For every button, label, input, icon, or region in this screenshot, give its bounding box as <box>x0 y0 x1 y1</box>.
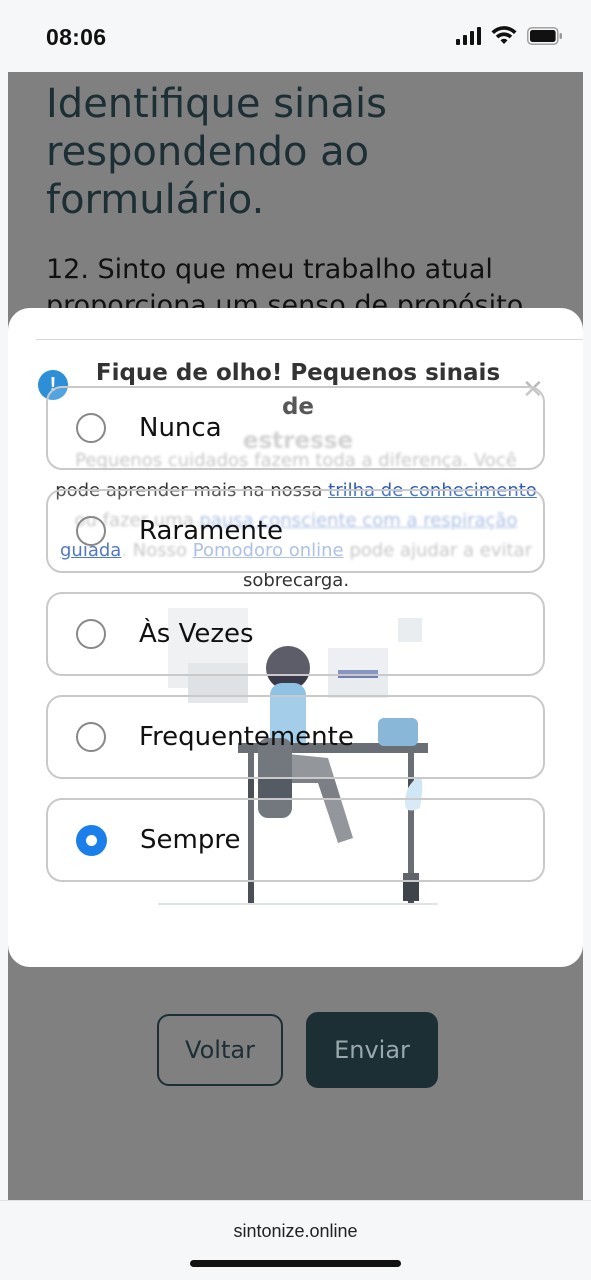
option-nunca[interactable]: Nunca <box>46 386 545 470</box>
modal-divider <box>36 339 583 340</box>
radio-button[interactable] <box>76 722 106 752</box>
option-label: Raramente <box>139 516 284 546</box>
battery-icon <box>527 27 562 45</box>
url-text[interactable]: sintonize.online <box>0 1221 591 1242</box>
send-button[interactable]: Enviar <box>306 1012 438 1088</box>
option-label: Frequentemente <box>139 722 354 752</box>
option-as-vezes[interactable]: Às Vezes <box>46 592 545 676</box>
page-title: Identifique sinais respondendo ao formul… <box>46 81 387 223</box>
radio-button[interactable] <box>76 516 106 546</box>
back-button[interactable]: Voltar <box>157 1014 283 1086</box>
status-time: 08:06 <box>46 24 107 50</box>
radio-button-selected[interactable] <box>76 824 107 856</box>
status-bar: 08:06 <box>0 0 591 72</box>
home-indicator <box>190 1260 401 1267</box>
option-sempre[interactable]: Sempre <box>46 798 545 882</box>
option-label: Sempre <box>140 825 241 855</box>
option-label: Às Vezes <box>139 619 254 649</box>
wifi-icon <box>491 26 517 44</box>
radio-button[interactable] <box>76 619 106 649</box>
option-frequentemente[interactable]: Frequentemente <box>46 695 545 779</box>
cellular-signal-icon <box>456 27 481 45</box>
status-icons <box>456 26 563 46</box>
option-raramente[interactable]: Raramente <box>46 489 545 573</box>
browser-url-bar: sintonize.online <box>0 1200 591 1280</box>
option-label: Nunca <box>139 413 222 443</box>
radio-button[interactable] <box>76 413 106 443</box>
